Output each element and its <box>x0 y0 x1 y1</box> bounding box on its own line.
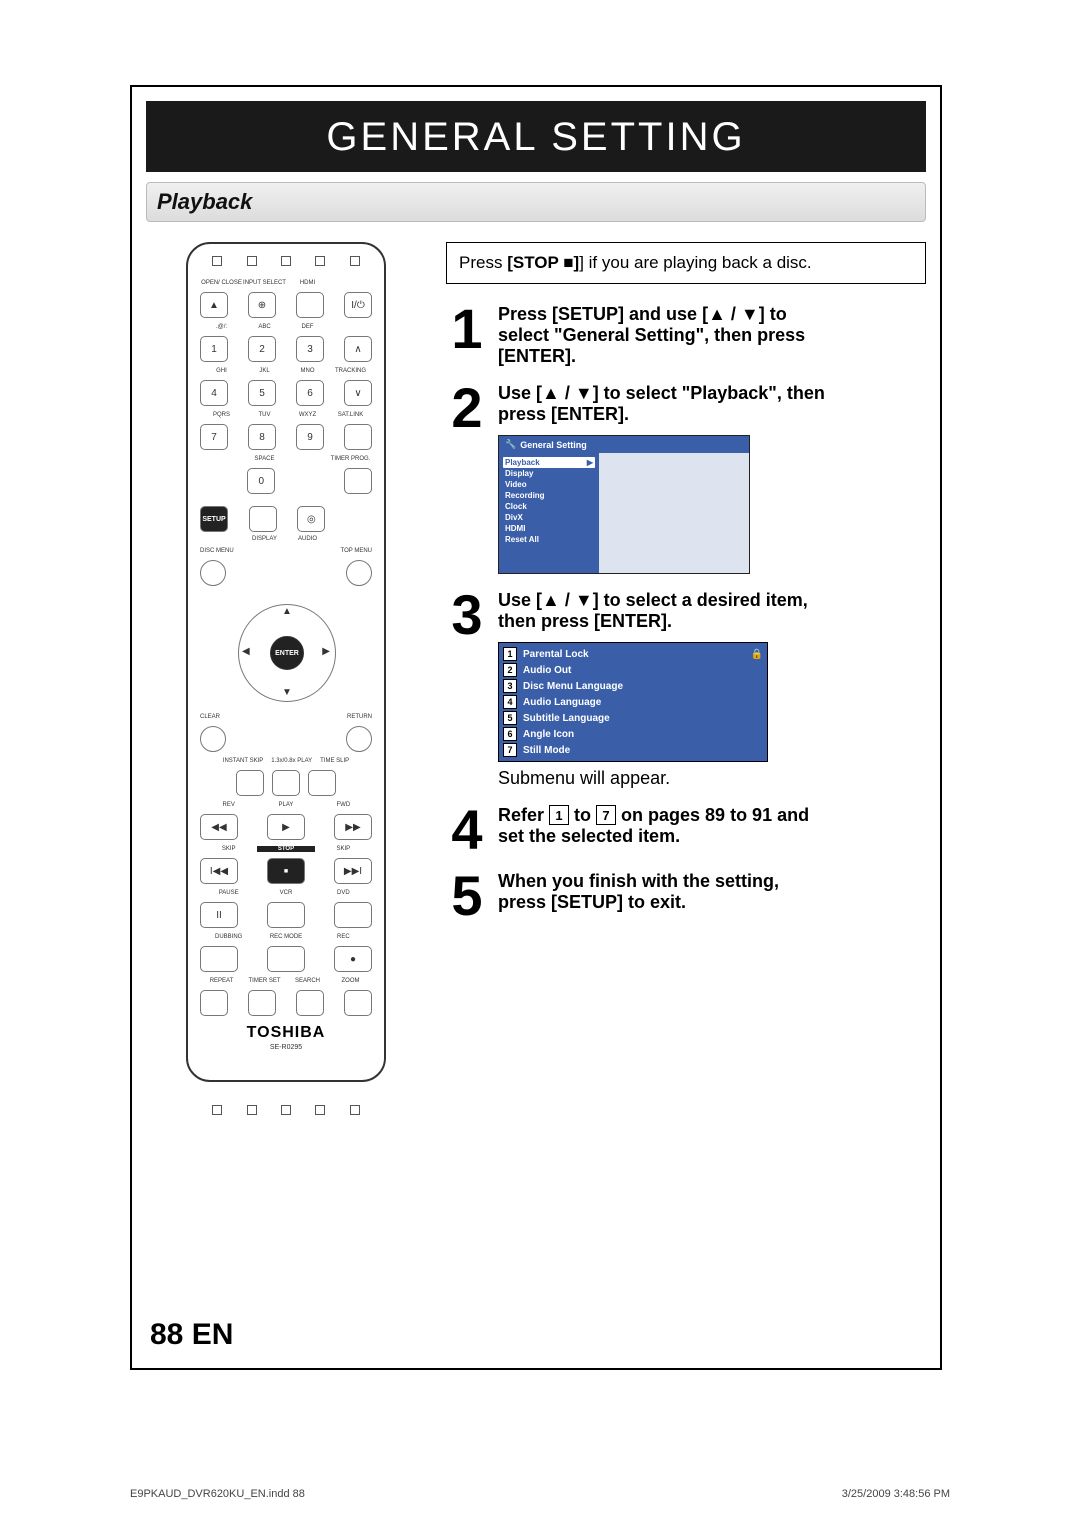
step-2: 2 Use [▲ / ▼] to select "Playback", then… <box>446 383 926 574</box>
return-button <box>346 726 372 752</box>
submenu-note: Submenu will appear. <box>498 768 926 789</box>
display-button <box>249 506 277 532</box>
stop-button: ■ <box>267 858 305 884</box>
lock-icon: 🔒 <box>751 649 763 660</box>
enter-button: ENTER <box>270 636 304 670</box>
setup-button: SETUP <box>200 506 228 532</box>
fwd-button: ▶▶ <box>334 814 372 840</box>
osd-item: DivX <box>503 512 595 523</box>
section-header-playback: Playback <box>146 182 926 222</box>
osd-item: Video <box>503 479 595 490</box>
step-1: 1 Press [SETUP] and use [▲ / ▼] to selec… <box>446 304 926 367</box>
num-3-button: 3 <box>296 336 324 362</box>
num-9-button: 9 <box>296 424 324 450</box>
step-3: 3 Use [▲ / ▼] to select a desired item, … <box>446 590 926 789</box>
brand-label: TOSHIBA <box>200 1024 372 1042</box>
num-5-button: 5 <box>248 380 276 406</box>
model-label: SE-R0295 <box>200 1044 372 1051</box>
num-2-button: 2 <box>248 336 276 362</box>
pause-button: II <box>200 902 238 928</box>
rev-button: ◀◀ <box>200 814 238 840</box>
option-row: 4Audio Language <box>503 694 763 710</box>
search-button <box>296 990 324 1016</box>
footer-filename: E9PKAUD_DVR620KU_EN.indd 88 <box>130 1488 305 1500</box>
step-5: 5 When you finish with the setting, pres… <box>446 871 926 921</box>
osd-item: Reset All <box>503 534 595 545</box>
osd-item: HDMI <box>503 523 595 534</box>
wrench-icon: 🔧 <box>505 439 516 450</box>
option-row: 6Angle Icon <box>503 726 763 742</box>
num-7-button: 7 <box>200 424 228 450</box>
rec-button: ● <box>334 946 372 972</box>
instant-skip-button <box>236 770 264 796</box>
option-row: 1Parental Lock🔒 <box>503 646 763 662</box>
option-row: 2Audio Out <box>503 662 763 678</box>
osd-item: Recording <box>503 490 595 501</box>
num-4-button: 4 <box>200 380 228 406</box>
top-menu-button <box>346 560 372 586</box>
zoom-button <box>344 990 372 1016</box>
page-number: 88 EN <box>150 1318 233 1352</box>
osd-general-setting: 🔧General Setting Playback▶DisplayVideoRe… <box>498 435 750 574</box>
option-row: 5Subtitle Language <box>503 710 763 726</box>
stop-note: Press [STOP ■]] if you are playing back … <box>446 242 926 284</box>
open-close-button: ▲ <box>200 292 228 318</box>
tracking-up-button: ∧ <box>344 336 372 362</box>
time-slip-button <box>308 770 336 796</box>
step-4: 4 Refer 1 to 7 on pages 89 to 91 and set… <box>446 805 926 855</box>
dubbing-button <box>200 946 238 972</box>
nav-pad: ▲ ▼ ◀ ▶ ENTER <box>226 592 346 712</box>
dvd-button <box>334 902 372 928</box>
content-frame: GENERAL SETTING Playback OPEN/ CLOSE INP… <box>130 85 942 1370</box>
vcr-button <box>267 902 305 928</box>
playback-options-list: 1Parental Lock🔒2Audio Out3Disc Menu Lang… <box>498 642 768 762</box>
num-0-button: 0 <box>247 468 275 494</box>
play-speed-button <box>272 770 300 796</box>
satlink-button <box>344 424 372 450</box>
skip-next-button: ▶▶I <box>334 858 372 884</box>
power-button: I/⏻ <box>344 292 372 318</box>
option-row: 7Still Mode <box>503 742 763 758</box>
skip-prev-button: I◀◀ <box>200 858 238 884</box>
page-title: GENERAL SETTING <box>146 101 926 172</box>
timer-prog-button <box>344 468 372 494</box>
timer-set-button <box>248 990 276 1016</box>
osd-item: Playback▶ <box>503 457 595 468</box>
option-row: 3Disc Menu Language <box>503 678 763 694</box>
osd-item: Clock <box>503 501 595 512</box>
recmode-button <box>267 946 305 972</box>
footer-date: 3/25/2009 3:48:56 PM <box>842 1488 950 1500</box>
num-6-button: 6 <box>296 380 324 406</box>
osd-item: Display <box>503 468 595 479</box>
repeat-button <box>200 990 228 1016</box>
num-8-button: 8 <box>248 424 276 450</box>
tracking-down-button: ∨ <box>344 380 372 406</box>
hdmi-button <box>296 292 324 318</box>
remote-illustration: OPEN/ CLOSE INPUT SELECT HDMI ▲ ⊕ I/⏻ .@… <box>186 242 386 1082</box>
stop-icon: ■ <box>563 253 573 272</box>
num-1-button: 1 <box>200 336 228 362</box>
audio-button: ◎ <box>297 506 325 532</box>
input-select-button: ⊕ <box>248 292 276 318</box>
clear-button <box>200 726 226 752</box>
disc-menu-button <box>200 560 226 586</box>
play-button: ▶ <box>267 814 305 840</box>
